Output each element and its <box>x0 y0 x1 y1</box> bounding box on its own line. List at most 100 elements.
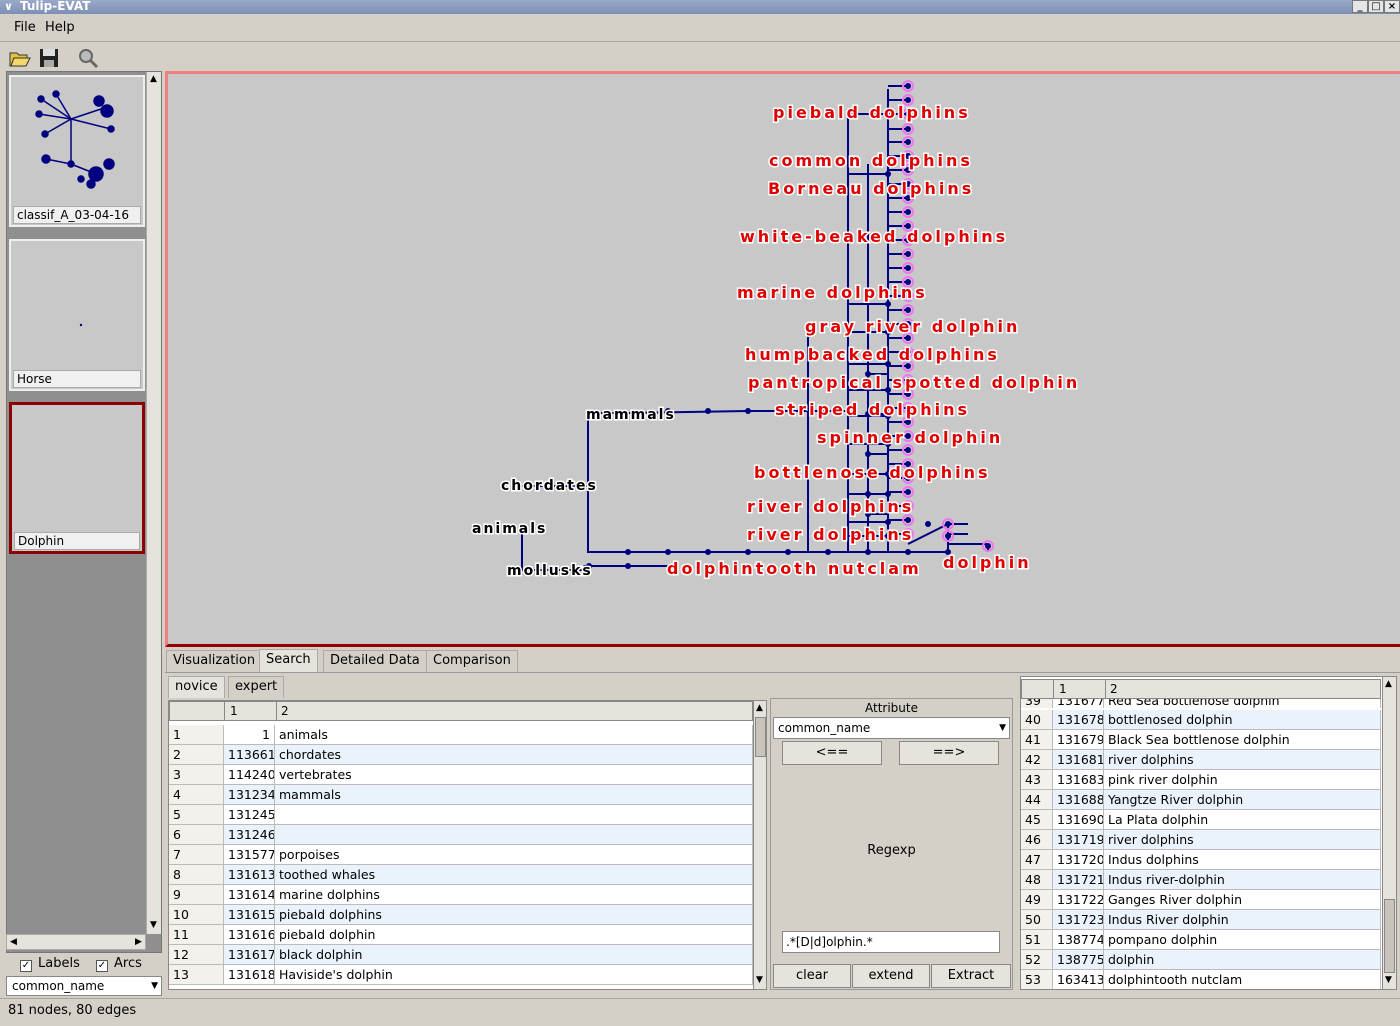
node-label-spinner-dolphin[interactable]: spinner dolphin <box>816 427 1003 449</box>
trunk-node[interactable] <box>705 549 711 555</box>
leaf-node[interactable] <box>905 209 911 215</box>
table-row[interactable]: 5 131245 <box>169 805 753 825</box>
trunk-node[interactable] <box>665 549 671 555</box>
thumbnail-dolphin[interactable]: Dolphin <box>9 402 145 554</box>
move-right-button[interactable]: ==> <box>899 741 999 765</box>
graph-node[interactable] <box>625 563 631 569</box>
node-label-dolphintooth-nutclam[interactable]: dolphintooth nutclam <box>666 558 922 580</box>
close-icon[interactable]: × <box>1384 0 1400 13</box>
table-row[interactable]: 47 131720 Indus dolphins <box>1021 850 1381 870</box>
column-header-2[interactable]: 2 <box>1110 680 1118 698</box>
leaf-node[interactable] <box>905 83 911 89</box>
trunk-node[interactable] <box>785 549 791 555</box>
column-header-1[interactable]: 1 <box>230 702 238 720</box>
table-row[interactable]: 11 131616 piebald dolphin <box>169 925 753 945</box>
arcs-checkbox[interactable]: ✓ Arcs <box>96 956 142 972</box>
left-horizontal-scrollbar[interactable]: ◀ ▶ <box>6 934 146 950</box>
table-row[interactable]: 9 131614 marine dolphins <box>169 885 753 905</box>
table-row[interactable]: 7 131577 porpoises <box>169 845 753 865</box>
trunk-node[interactable] <box>905 549 911 555</box>
attribute-select[interactable]: common_name ▼ <box>773 717 1010 739</box>
tab-comparison[interactable]: Comparison <box>426 650 518 672</box>
table-row[interactable]: 50 131723 Indus River dolphin <box>1021 910 1381 930</box>
table-row[interactable]: 3 114240 vertebrates <box>169 765 753 785</box>
labels-checkbox[interactable]: ✓ Labels <box>20 956 80 972</box>
move-left-button[interactable]: <== <box>782 741 882 765</box>
table-row[interactable]: 44 131688 Yangtze River dolphin <box>1021 790 1381 810</box>
table-row[interactable]: 45 131690 La Plata dolphin <box>1021 810 1381 830</box>
table-row[interactable]: 8 131613 toothed whales <box>169 865 753 885</box>
graph-canvas[interactable]: piebald dolphins common dolphins Borneau… <box>168 74 1400 644</box>
leaf-node[interactable] <box>905 251 911 257</box>
tab-detailed-data[interactable]: Detailed Data <box>323 650 427 672</box>
graph-node[interactable] <box>885 171 891 177</box>
table-row[interactable]: 53 163413 dolphintooth nutclam <box>1021 970 1381 989</box>
graph-node[interactable] <box>705 408 711 414</box>
scrollbar-thumb[interactable] <box>755 717 766 757</box>
left-vertical-scrollbar[interactable]: ▲ ▼ <box>146 72 161 934</box>
graph-node[interactable] <box>745 408 751 414</box>
leaf-node[interactable] <box>905 419 911 425</box>
table-row[interactable]: 48 131721 Indus river-dolphin <box>1021 870 1381 890</box>
node-label-river-dolphins-1[interactable]: river dolphins <box>746 496 914 518</box>
table-vertical-scrollbar[interactable]: ▲ ▼ <box>753 701 766 989</box>
node-label-common-dolphins[interactable]: common dolphins <box>768 150 973 172</box>
node-label-marine-dolphins[interactable]: marine dolphins <box>736 282 928 304</box>
leaf-node[interactable] <box>985 543 991 549</box>
graph-view[interactable]: piebald dolphins common dolphins Borneau… <box>165 71 1400 647</box>
tab-visualization[interactable]: Visualization <box>166 650 263 672</box>
leaf-node[interactable] <box>905 307 911 313</box>
leaf-node[interactable] <box>905 517 911 523</box>
subtab-expert[interactable]: expert <box>228 676 285 698</box>
node-label-chordates[interactable]: chordates <box>500 477 598 496</box>
tab-search[interactable]: Search <box>259 649 318 673</box>
subtab-novice[interactable]: novice <box>168 676 225 698</box>
scroll-left-arrow-icon[interactable]: ◀ <box>10 937 17 947</box>
scroll-up-arrow-icon[interactable]: ▲ <box>1385 679 1392 689</box>
thumbnail-classif[interactable]: classif_A_03-04-16 <box>9 75 145 227</box>
leaf-node[interactable] <box>905 139 911 145</box>
extend-button[interactable]: extend <box>852 964 930 988</box>
scroll-down-arrow-icon[interactable]: ▼ <box>150 920 157 930</box>
floppy-disk-icon[interactable] <box>37 46 61 70</box>
extract-button[interactable]: Extract <box>931 964 1011 988</box>
node-label-striped-dolphins[interactable]: striped dolphins <box>774 399 970 421</box>
table-row[interactable]: 6 131246 <box>169 825 753 845</box>
table-row[interactable]: 43 131683 pink river dolphin <box>1021 770 1381 790</box>
magnifier-icon[interactable] <box>76 46 100 70</box>
trunk-node[interactable] <box>745 549 751 555</box>
table-row[interactable]: 52 138775 dolphin <box>1021 950 1381 970</box>
table-row[interactable]: 40 131678 bottlenosed dolphin <box>1021 710 1381 730</box>
trunk-node[interactable] <box>825 549 831 555</box>
table-row[interactable]: 49 131722 Ganges River dolphin <box>1021 890 1381 910</box>
table-row[interactable]: 39 131677 Red Sea bottlenose dolphin <box>1021 699 1381 708</box>
minimize-icon[interactable]: _ <box>1352 0 1368 13</box>
node-label-piebald-dolphins[interactable]: piebald dolphins <box>772 102 971 124</box>
table-row[interactable]: 12 131617 black dolphin <box>169 945 753 965</box>
table-row[interactable]: 2 113661 chordates <box>169 745 753 765</box>
scroll-down-arrow-icon[interactable]: ▼ <box>756 975 763 985</box>
results-table[interactable]: 1 2 1 1 animals 2 113661 chordates 3 114240 vert… <box>168 700 767 990</box>
leaf-node[interactable] <box>945 521 951 527</box>
node-label-mollusks[interactable]: mollusks <box>506 562 593 581</box>
table-row[interactable]: 41 131679 Black Sea bottlenose dolphin <box>1021 730 1381 750</box>
node-label-mammals[interactable]: mammals <box>585 406 676 425</box>
leaf-node[interactable] <box>945 533 951 539</box>
scroll-right-arrow-icon[interactable]: ▶ <box>135 937 142 947</box>
scroll-down-arrow-icon[interactable]: ▼ <box>1385 975 1392 985</box>
node-label-white-beaked-dolphins[interactable]: white-beaked dolphins <box>739 226 1008 248</box>
menu-help[interactable]: Help <box>45 20 75 35</box>
clear-button[interactable]: clear <box>773 964 851 988</box>
folder-open-icon[interactable] <box>8 46 32 70</box>
regexp-input[interactable]: .*[D|d]olphin.* <box>782 931 1000 953</box>
trunk-node[interactable] <box>865 549 871 555</box>
table-row[interactable]: 1 1 animals <box>169 725 753 745</box>
property-select[interactable]: common_name ▼ <box>6 976 162 996</box>
leaf-node[interactable] <box>905 265 911 271</box>
node-label-bottlenose-dolphins[interactable]: bottlenose dolphins <box>753 462 991 484</box>
table-row[interactable]: 10 131615 piebald dolphins <box>169 905 753 925</box>
leaf-node[interactable] <box>905 489 911 495</box>
trunk-node[interactable] <box>625 549 631 555</box>
menu-file[interactable]: File <box>14 20 36 35</box>
window-menu-icon[interactable]: ∨ <box>4 0 13 13</box>
